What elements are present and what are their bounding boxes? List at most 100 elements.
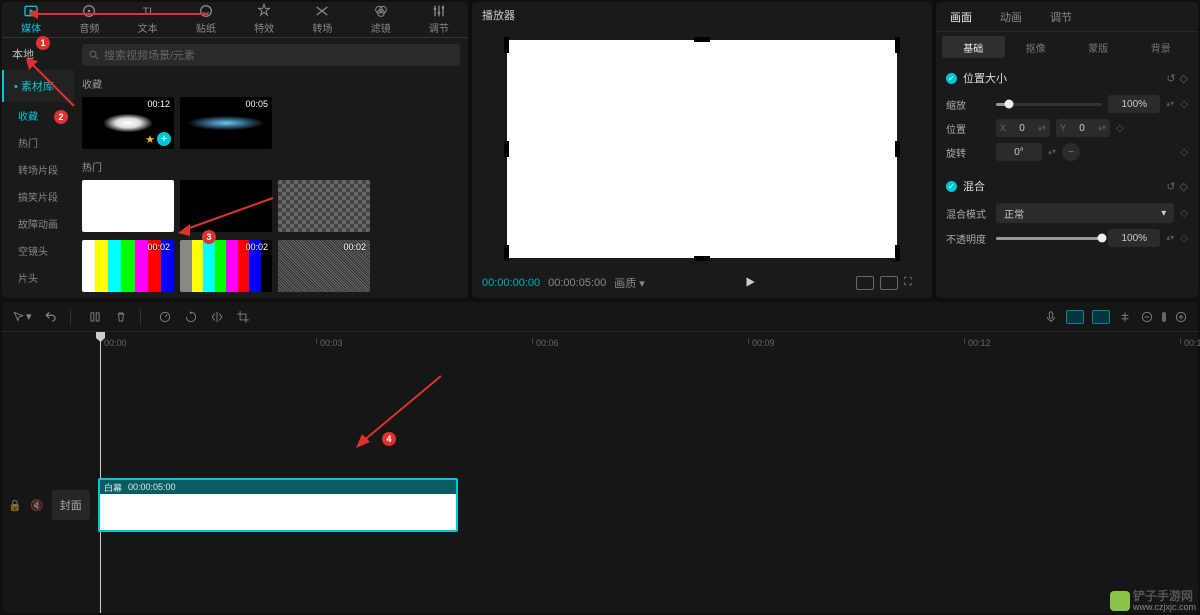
media-thumb-bars[interactable]: 00:02 (82, 240, 174, 292)
tab-filter[interactable]: 滤镜 (352, 2, 410, 37)
resize-handle[interactable] (895, 245, 900, 261)
timeline-clip[interactable]: 白幕 00:00:05:00 (98, 478, 458, 532)
opacity-value[interactable]: 100% (1108, 229, 1160, 247)
keyframe-icon[interactable]: ◇ (1180, 208, 1188, 219)
group-blend-title: 混合 (963, 178, 985, 194)
tab-fx[interactable]: 特效 (235, 2, 293, 37)
play-button[interactable] (743, 275, 757, 292)
media-thumb-black[interactable] (180, 180, 272, 232)
side-glitch[interactable]: 故障动画 (2, 210, 74, 237)
group-position-title: 位置大小 (963, 70, 1007, 86)
quality-selector[interactable]: 画质 ▾ (614, 275, 645, 291)
side-hot[interactable]: 热门 (2, 129, 74, 156)
keyframe-icon[interactable]: ◇ (1180, 72, 1188, 85)
tab-sticker[interactable]: 贴纸 (177, 2, 235, 37)
opacity-label: 不透明度 (946, 231, 990, 246)
scale-value[interactable]: 100% (1108, 95, 1160, 113)
keyframe-icon[interactable]: ◇ (1180, 147, 1188, 158)
mirror-tool[interactable] (210, 310, 224, 324)
media-thumb[interactable]: 00:05 (180, 97, 272, 149)
timeline-tracks[interactable]: 白幕 00:00:05:00 (96, 354, 1198, 613)
side-transition-clips[interactable]: 转场片段 (2, 156, 74, 183)
pos-y-input[interactable]: Y0▴▾ (1056, 119, 1110, 137)
tab-text[interactable]: TI 文本 (119, 2, 177, 37)
stepper-icon[interactable]: ▴▾ (1166, 234, 1174, 242)
scale-slider[interactable] (996, 103, 1102, 106)
side-intro[interactable]: 片头 (2, 264, 74, 291)
reset-icon[interactable]: ↺ (1166, 180, 1175, 193)
undo-button[interactable] (44, 310, 58, 324)
zoom-in-button[interactable] (1174, 310, 1188, 324)
track-toggle-1[interactable] (1066, 310, 1084, 324)
media-thumb-noise[interactable]: 00:02 (278, 240, 370, 292)
zoom-out-button[interactable] (1140, 310, 1154, 324)
resize-handle[interactable] (694, 256, 710, 261)
resize-handle[interactable] (504, 141, 509, 157)
split-tool[interactable] (88, 310, 102, 324)
zoom-slider[interactable] (1162, 312, 1166, 322)
playhead[interactable] (100, 332, 101, 613)
keyframe-icon[interactable]: ◇ (1116, 123, 1124, 134)
subtab-bg[interactable]: 背景 (1130, 36, 1193, 58)
search-input[interactable]: 搜索视频场景/元素 (82, 44, 460, 66)
align-tool[interactable] (1118, 310, 1132, 324)
resize-handle[interactable] (895, 37, 900, 53)
stepper-icon[interactable]: ▴▾ (1048, 148, 1056, 156)
fullscreen-icon[interactable]: ⛶ (904, 276, 922, 290)
side-empty-shot[interactable]: 空镜头 (2, 237, 74, 264)
media-thumb[interactable]: 00:12★+ (82, 97, 174, 149)
mic-icon[interactable] (1044, 310, 1058, 324)
blend-mode-select[interactable]: 正常▾ (996, 203, 1174, 223)
timeline-ruler[interactable]: 00:00 00:03 00:06 00:09 00:12 00:15 (96, 332, 1198, 354)
resize-handle[interactable] (504, 37, 509, 53)
tab-adjust[interactable]: 调节 (410, 2, 468, 37)
main-tabs: 媒体 音频 TI 文本 贴纸 特效 转场 (2, 2, 468, 38)
sticker-icon (198, 3, 214, 19)
keyframe-icon[interactable]: ◇ (1180, 233, 1188, 244)
lock-icon[interactable]: 🔒 (8, 499, 22, 512)
text-icon: TI (140, 3, 156, 19)
reset-icon[interactable]: ↺ (1166, 72, 1175, 85)
media-thumb-white[interactable] (82, 180, 174, 232)
inspector-tab-adjust[interactable]: 调节 (1036, 2, 1086, 31)
play-icon (743, 275, 757, 289)
mute-icon[interactable]: 🔇 (30, 499, 44, 512)
delete-tool[interactable] (114, 310, 128, 324)
inspector-tab-video[interactable]: 画面 (936, 2, 986, 31)
crop-tool[interactable] (236, 310, 250, 324)
tab-transition[interactable]: 转场 (293, 2, 351, 37)
rotate-dial[interactable]: − (1062, 143, 1080, 161)
resize-handle[interactable] (504, 245, 509, 261)
pos-x-input[interactable]: X0▴▾ (996, 119, 1050, 137)
inspector-tab-anim[interactable]: 动画 (986, 2, 1036, 31)
keyframe-icon[interactable]: ◇ (1180, 99, 1188, 110)
resize-handle[interactable] (694, 37, 710, 42)
check-icon[interactable]: ✓ (946, 181, 957, 192)
rotate-tool[interactable] (184, 310, 198, 324)
opacity-slider[interactable] (996, 237, 1102, 240)
add-button[interactable]: + (157, 132, 171, 146)
rotation-value[interactable]: 0° (996, 143, 1042, 161)
annotation-badge-2: 2 (54, 110, 68, 124)
keyframe-icon[interactable]: ◇ (1180, 180, 1188, 193)
side-library[interactable]: • 素材库 (2, 70, 74, 102)
resize-handle[interactable] (895, 141, 900, 157)
select-tool[interactable]: ▾ (12, 310, 32, 324)
side-funny-clips[interactable]: 搞笑片段 (2, 183, 74, 210)
compare-icon[interactable] (880, 276, 898, 290)
stepper-icon[interactable]: ▴▾ (1166, 100, 1174, 108)
subtab-basic[interactable]: 基础 (942, 36, 1005, 58)
check-icon[interactable]: ✓ (946, 73, 957, 84)
speed-tool[interactable] (158, 310, 172, 324)
player-canvas[interactable] (507, 40, 897, 258)
subtab-keying[interactable]: 抠像 (1005, 36, 1068, 58)
media-thumb-transparent[interactable] (278, 180, 370, 232)
subtab-mask[interactable]: 蒙版 (1067, 36, 1130, 58)
track-toggle-2[interactable] (1092, 310, 1110, 324)
tab-audio[interactable]: 音频 (60, 2, 118, 37)
side-nav: 本地 • 素材库 收藏 热门 转场片段 搞笑片段 故障动画 空镜头 片头 (2, 38, 74, 298)
tab-media[interactable]: 媒体 (2, 2, 60, 37)
media-thumb-bars2[interactable]: 00:02 (180, 240, 272, 292)
ratio-icon[interactable] (856, 276, 874, 290)
cover-button[interactable]: 封面 (52, 490, 90, 520)
